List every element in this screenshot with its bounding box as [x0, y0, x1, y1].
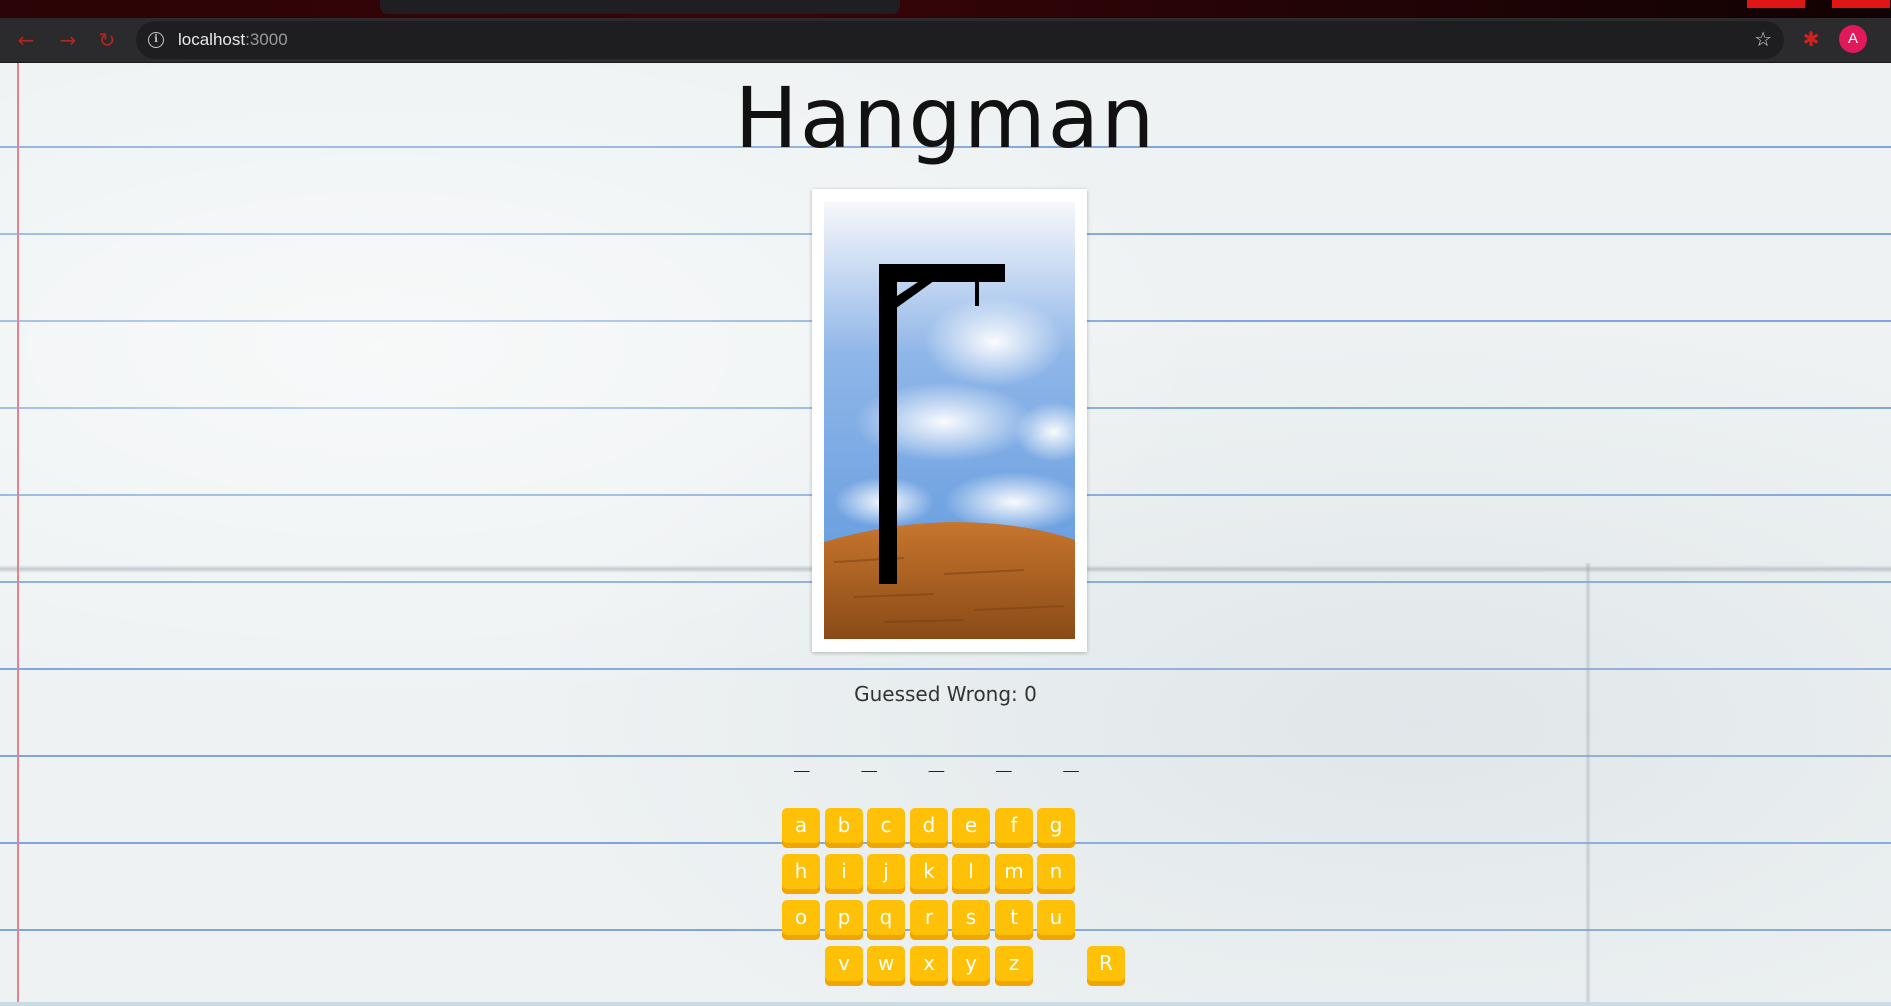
address-bar[interactable]: i localhost:3000 ☆ [136, 21, 1784, 59]
key-f[interactable]: f [995, 808, 1033, 848]
key-k[interactable]: k [910, 854, 948, 894]
key-c[interactable]: c [867, 808, 905, 848]
key-v[interactable]: v [825, 946, 863, 986]
forward-icon[interactable]: → [56, 28, 80, 52]
active-tab[interactable] [380, 0, 900, 14]
key-b[interactable]: b [825, 808, 863, 848]
key-u[interactable]: u [1037, 900, 1075, 940]
key-x[interactable]: x [910, 946, 948, 986]
key-h[interactable]: h [782, 854, 820, 894]
key-r[interactable]: r [910, 900, 948, 940]
wrong-guess-counter: Guessed Wrong: 0 [854, 682, 1037, 706]
info-icon[interactable]: i [148, 32, 164, 48]
key-l[interactable]: l [952, 854, 990, 894]
key-i[interactable]: i [825, 854, 863, 894]
margin-line [17, 63, 19, 1006]
window-control[interactable] [1832, 0, 1890, 8]
key-a[interactable]: a [782, 808, 820, 848]
paper-fold-vertical [1585, 563, 1591, 1006]
key-j[interactable]: j [867, 854, 905, 894]
key-n[interactable]: n [1037, 854, 1075, 894]
bottom-scroll-edge [0, 1002, 1891, 1006]
back-icon[interactable]: ← [14, 28, 38, 52]
key-d[interactable]: d [910, 808, 948, 848]
key-m[interactable]: m [995, 854, 1033, 894]
key-g[interactable]: g [1037, 808, 1075, 848]
page-title: Hangman [734, 69, 1157, 167]
browser-toolbar: ← → ↻ i localhost:3000 ☆ ✱ A [0, 18, 1891, 63]
puzzle-icon[interactable]: ✱ [1799, 27, 1823, 51]
gallows-illustration [824, 202, 1075, 639]
reload-icon[interactable]: ↻ [95, 28, 119, 52]
page-content: Hangman Guessed Wrong: 0 _ _ _ _ _ a b c… [0, 63, 1891, 1006]
key-y[interactable]: y [952, 946, 990, 986]
key-z[interactable]: z [995, 946, 1033, 986]
url-text[interactable]: localhost:3000 [178, 30, 288, 50]
star-icon[interactable]: ☆ [1754, 27, 1772, 51]
avatar[interactable]: A [1839, 25, 1867, 53]
reset-button[interactable]: R [1087, 946, 1125, 986]
key-t[interactable]: t [995, 900, 1033, 940]
url-port: :3000 [245, 30, 288, 49]
key-w[interactable]: w [867, 946, 905, 986]
key-s[interactable]: s [952, 900, 990, 940]
word-blanks: _ _ _ _ _ [794, 743, 1097, 773]
key-e[interactable]: e [952, 808, 990, 848]
url-host: localhost [178, 30, 246, 49]
hangman-image [812, 189, 1087, 652]
key-o[interactable]: o [782, 900, 820, 940]
window-control[interactable] [1747, 0, 1805, 8]
key-p[interactable]: p [825, 900, 863, 940]
key-q[interactable]: q [867, 900, 905, 940]
tab-strip [0, 0, 1891, 18]
